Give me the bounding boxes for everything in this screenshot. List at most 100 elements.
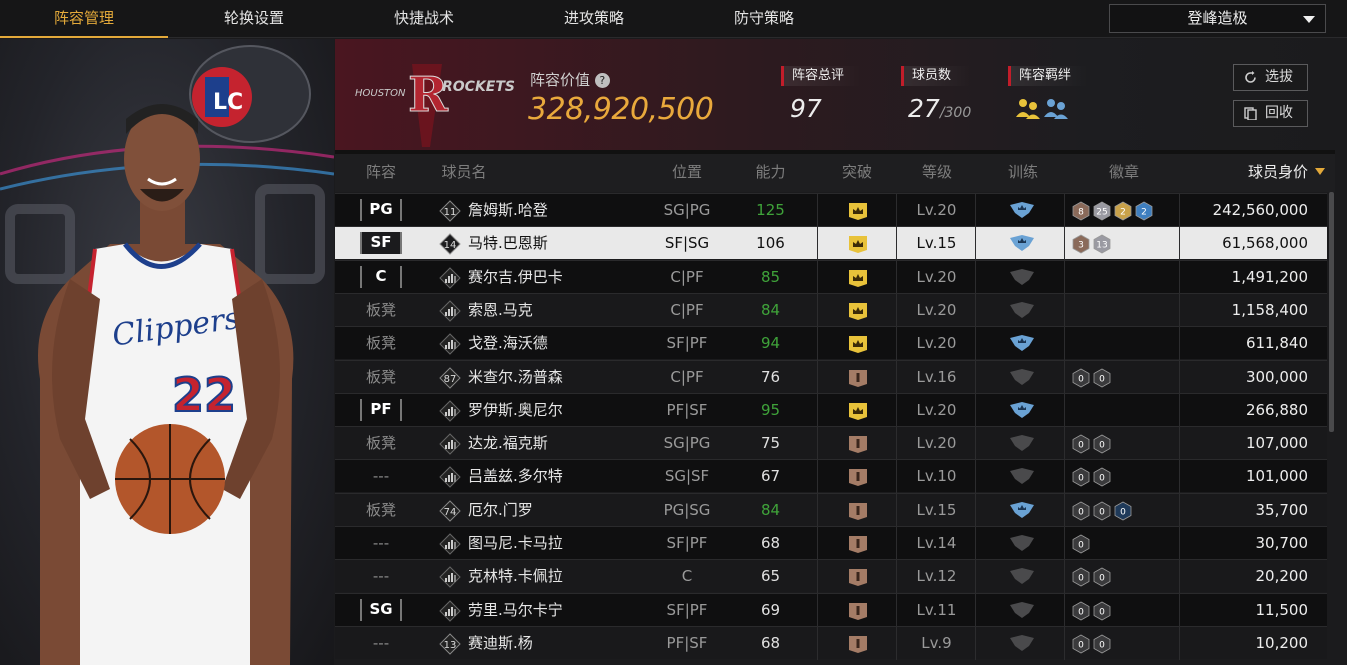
badge-hex-icon[interactable]: 0: [1072, 567, 1090, 587]
badge-hex-icon[interactable]: 8: [1072, 201, 1090, 221]
tab-offense[interactable]: 进攻策略: [510, 0, 678, 38]
player-name[interactable]: 詹姆斯.哈登: [468, 194, 548, 227]
badge-hex-icon[interactable]: 25: [1093, 201, 1111, 221]
badge-hex-icon[interactable]: 13: [1093, 234, 1111, 254]
breakthrough-gold-icon[interactable]: [847, 234, 869, 254]
badge-hex-icon[interactable]: 2: [1114, 201, 1132, 221]
breakthrough-bronze-icon[interactable]: [847, 634, 869, 654]
training-blue-icon[interactable]: [1009, 401, 1035, 419]
training-blue-icon[interactable]: [1009, 501, 1035, 519]
player-name[interactable]: 罗伊斯.奥尼尔: [468, 394, 563, 427]
badge-hex-icon[interactable]: 0: [1072, 467, 1090, 487]
scrollbar[interactable]: [1329, 192, 1334, 432]
badge-hex-icon[interactable]: 0: [1093, 467, 1111, 487]
player-name[interactable]: 赛迪斯.杨: [468, 627, 533, 660]
breakthrough-bronze-icon[interactable]: [847, 567, 869, 587]
table-row[interactable]: --- 图马尼.卡马拉 SF|PF 68 Lv.14 0 30,700: [335, 526, 1327, 560]
player-name[interactable]: 厄尔.门罗: [468, 494, 533, 527]
player-portrait[interactable]: LC Clippers 22: [0, 39, 334, 665]
recycle-button[interactable]: 回收: [1233, 100, 1308, 127]
tab-rotation[interactable]: 轮换设置: [170, 0, 338, 38]
col-level[interactable]: 等级: [898, 154, 976, 192]
table-row[interactable]: SG 劳里.马尔卡宁 SF|PF 69 Lv.11 00 11,500: [335, 592, 1327, 627]
badge-hex-icon[interactable]: 3: [1072, 234, 1090, 254]
col-badges[interactable]: 徽章: [1068, 154, 1180, 192]
difficulty-select[interactable]: 登峰造极: [1109, 4, 1326, 33]
training-gray-icon[interactable]: [1009, 467, 1035, 485]
scout-button[interactable]: 选拔: [1233, 64, 1308, 91]
player-name[interactable]: 戈登.海沃德: [468, 327, 548, 360]
table-row[interactable]: 板凳 87 米查尔.汤普森 C|PF 76 Lv.16 00 300,000: [335, 359, 1327, 394]
player-name[interactable]: 劳里.马尔卡宁: [468, 594, 563, 627]
col-breakthrough[interactable]: 突破: [817, 154, 897, 192]
breakthrough-gold-icon[interactable]: [847, 201, 869, 221]
training-gray-icon[interactable]: [1009, 301, 1035, 319]
badge-hex-icon[interactable]: 0: [1114, 501, 1132, 521]
training-gray-icon[interactable]: [1009, 434, 1035, 452]
player-name[interactable]: 索恩.马克: [468, 294, 533, 327]
training-gray-icon[interactable]: [1009, 534, 1035, 552]
col-name[interactable]: 球员名: [438, 154, 490, 192]
badge-hex-icon[interactable]: 0: [1072, 368, 1090, 388]
col-position[interactable]: 位置: [647, 154, 727, 192]
breakthrough-gold-icon[interactable]: [847, 334, 869, 354]
badge-hex-icon[interactable]: 0: [1072, 634, 1090, 654]
help-icon[interactable]: ?: [594, 73, 610, 88]
training-blue-icon[interactable]: [1009, 201, 1035, 219]
table-row[interactable]: 板凳 74 厄尔.门罗 PG|SG 84 Lv.15 0 0 0 35,700: [335, 492, 1327, 527]
training-blue-icon[interactable]: [1009, 234, 1035, 252]
table-row[interactable]: PF 罗伊斯.奥尼尔 PF|SF 95 Lv.20 266,880: [335, 392, 1327, 427]
table-row[interactable]: 板凳 达龙.福克斯 SG|PG 75 Lv.20 00 107,000: [335, 426, 1327, 461]
bond-icons[interactable]: [1015, 97, 1071, 119]
badge-hex-icon[interactable]: 0: [1072, 501, 1090, 521]
table-row[interactable]: --- 吕盖兹.多尔特 SG|SF 67 Lv.10 00 101,000: [335, 459, 1327, 494]
breakthrough-bronze-icon[interactable]: [847, 467, 869, 487]
col-training[interactable]: 训练: [981, 154, 1065, 192]
player-name[interactable]: 吕盖兹.多尔特: [468, 460, 563, 493]
badge-hex-icon[interactable]: 0: [1093, 434, 1111, 454]
player-name[interactable]: 达龙.福克斯: [468, 427, 548, 460]
player-name[interactable]: 图马尼.卡马拉: [468, 527, 563, 560]
training-gray-icon[interactable]: [1009, 368, 1035, 386]
badge-hex-icon[interactable]: 0: [1093, 601, 1111, 621]
table-row[interactable]: --- 13 赛迪斯.杨 PF|SF 68 Lv.9 00 10,200: [335, 625, 1327, 660]
training-gray-icon[interactable]: [1009, 634, 1035, 652]
training-blue-icon[interactable]: [1009, 334, 1035, 352]
badge-hex-icon[interactable]: 0: [1093, 501, 1111, 521]
training-gray-icon[interactable]: [1009, 268, 1035, 286]
badge-hex-icon[interactable]: 0: [1093, 567, 1111, 587]
breakthrough-bronze-icon[interactable]: [847, 601, 869, 621]
col-ability[interactable]: 能力: [733, 154, 808, 192]
tab-quick-tactics[interactable]: 快捷战术: [340, 0, 508, 38]
player-name[interactable]: 赛尔吉.伊巴卡: [468, 261, 563, 294]
training-gray-icon[interactable]: [1009, 567, 1035, 585]
breakthrough-gold-icon[interactable]: [847, 268, 869, 288]
player-name[interactable]: 马特.巴恩斯: [468, 227, 548, 260]
training-gray-icon[interactable]: [1009, 601, 1035, 619]
breakthrough-bronze-icon[interactable]: [847, 534, 869, 554]
badge-hex-icon[interactable]: 0: [1093, 634, 1111, 654]
breakthrough-bronze-icon[interactable]: [847, 368, 869, 388]
breakthrough-bronze-icon[interactable]: [847, 434, 869, 454]
badge-hex-icon[interactable]: 0: [1072, 434, 1090, 454]
table-row[interactable]: PG 11 詹姆斯.哈登 SG|PG 125 Lv.20 8 25 2 2 242,5…: [335, 193, 1327, 227]
badge-hex-icon[interactable]: 0: [1072, 601, 1090, 621]
col-price[interactable]: 球员身价: [1181, 154, 1308, 192]
tab-roster[interactable]: 阵容管理: [0, 0, 168, 38]
tab-defense[interactable]: 防守策略: [680, 0, 848, 38]
table-row[interactable]: SF 14 马特.巴恩斯 SF|SG 106 Lv.15 3 13 61,568,…: [335, 226, 1327, 261]
table-row[interactable]: 板凳 戈登.海沃德 SF|PF 94 Lv.20 611,840: [335, 326, 1327, 361]
sort-desc-icon[interactable]: [1315, 168, 1325, 175]
badge-hex-icon[interactable]: 0: [1072, 534, 1090, 554]
col-slot[interactable]: 阵容: [355, 154, 407, 192]
breakthrough-gold-icon[interactable]: [847, 401, 869, 421]
player-name[interactable]: 克林特.卡佩拉: [468, 560, 563, 593]
badge-hex-icon[interactable]: 0: [1093, 368, 1111, 388]
player-name[interactable]: 米查尔.汤普森: [468, 361, 563, 394]
table-row[interactable]: --- 克林特.卡佩拉 C 65 Lv.12 00 20,200: [335, 559, 1327, 594]
breakthrough-bronze-icon[interactable]: [847, 501, 869, 521]
breakthrough-gold-icon[interactable]: [847, 301, 869, 321]
table-row[interactable]: C 赛尔吉.伊巴卡 C|PF 85 Lv.20 1,491,200: [335, 259, 1327, 294]
badge-hex-icon[interactable]: 2: [1135, 201, 1153, 221]
table-row[interactable]: 板凳 索恩.马克 C|PF 84 Lv.20 1,158,400: [335, 292, 1327, 327]
